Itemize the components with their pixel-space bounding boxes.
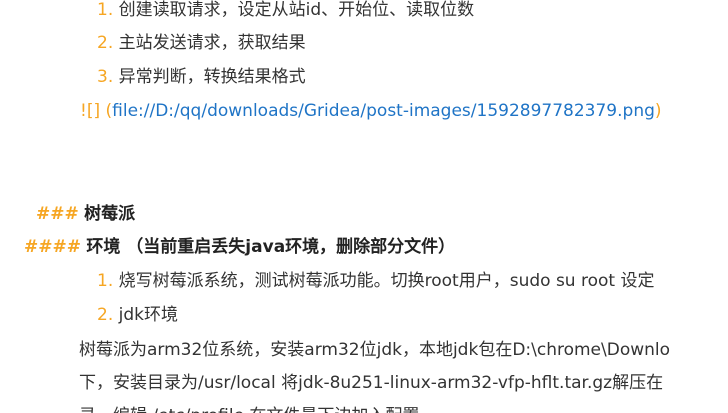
heading-text: 环境 （当前重启丢失java环境，删除部分文件）: [86, 237, 456, 257]
list-item: 1. 烧写树莓派系统，测试树莓派功能。切换root用户，sudo su root…: [97, 269, 654, 293]
list-item: 3. 异常判断，转换结果格式: [97, 65, 306, 89]
paragraph-line: 录，编辑 /etc/profile 在文件最下边加入配置: [79, 404, 419, 413]
list-number: 2.: [97, 33, 114, 53]
heading-text: 树莓派: [84, 204, 136, 224]
list-item-text: 创建读取请求，设定从站id、开始位、读取位数: [118, 0, 475, 20]
list-item: 1. 创建读取请求，设定从站id、开始位、读取位数: [97, 0, 474, 22]
list-item-text: 主站发送请求，获取结果: [118, 33, 306, 53]
heading-marker: ###: [36, 204, 79, 224]
image-markdown: ![] (file://D:/qq/downloads/Gridea/post-…: [80, 99, 662, 123]
list-number: 1.: [97, 0, 114, 20]
heading-4: #### 环境 （当前重启丢失java环境，删除部分文件）: [24, 235, 455, 259]
list-item-text: 异常判断，转换结果格式: [118, 67, 306, 87]
heading-marker: ####: [24, 237, 81, 257]
list-item: 2. 主站发送请求，获取结果: [97, 31, 306, 55]
paragraph-line: 下，安装目录为/usr/local 将jdk-8u251-linux-arm32…: [79, 373, 664, 393]
image-prefix: ![]: [80, 101, 101, 121]
heading-3: ### 树莓派: [36, 202, 135, 226]
list-item-text: 烧写树莓派系统，测试树莓派功能。切换root用户，sudo su root 设定: [118, 271, 655, 291]
list-number: 1.: [97, 271, 114, 291]
list-number: 3.: [97, 67, 114, 87]
list-number: 2.: [97, 305, 114, 325]
list-item-text: jdk环境: [118, 305, 178, 325]
image-link[interactable]: file://D:/qq/downloads/Gridea/post-image…: [112, 101, 655, 121]
list-item: 2. jdk环境: [97, 303, 178, 327]
paragraph-line: 树莓派为arm32位系统，安装arm32位jdk，本地jdk包在D:\chrom…: [79, 340, 671, 360]
close-paren: ): [654, 101, 662, 121]
